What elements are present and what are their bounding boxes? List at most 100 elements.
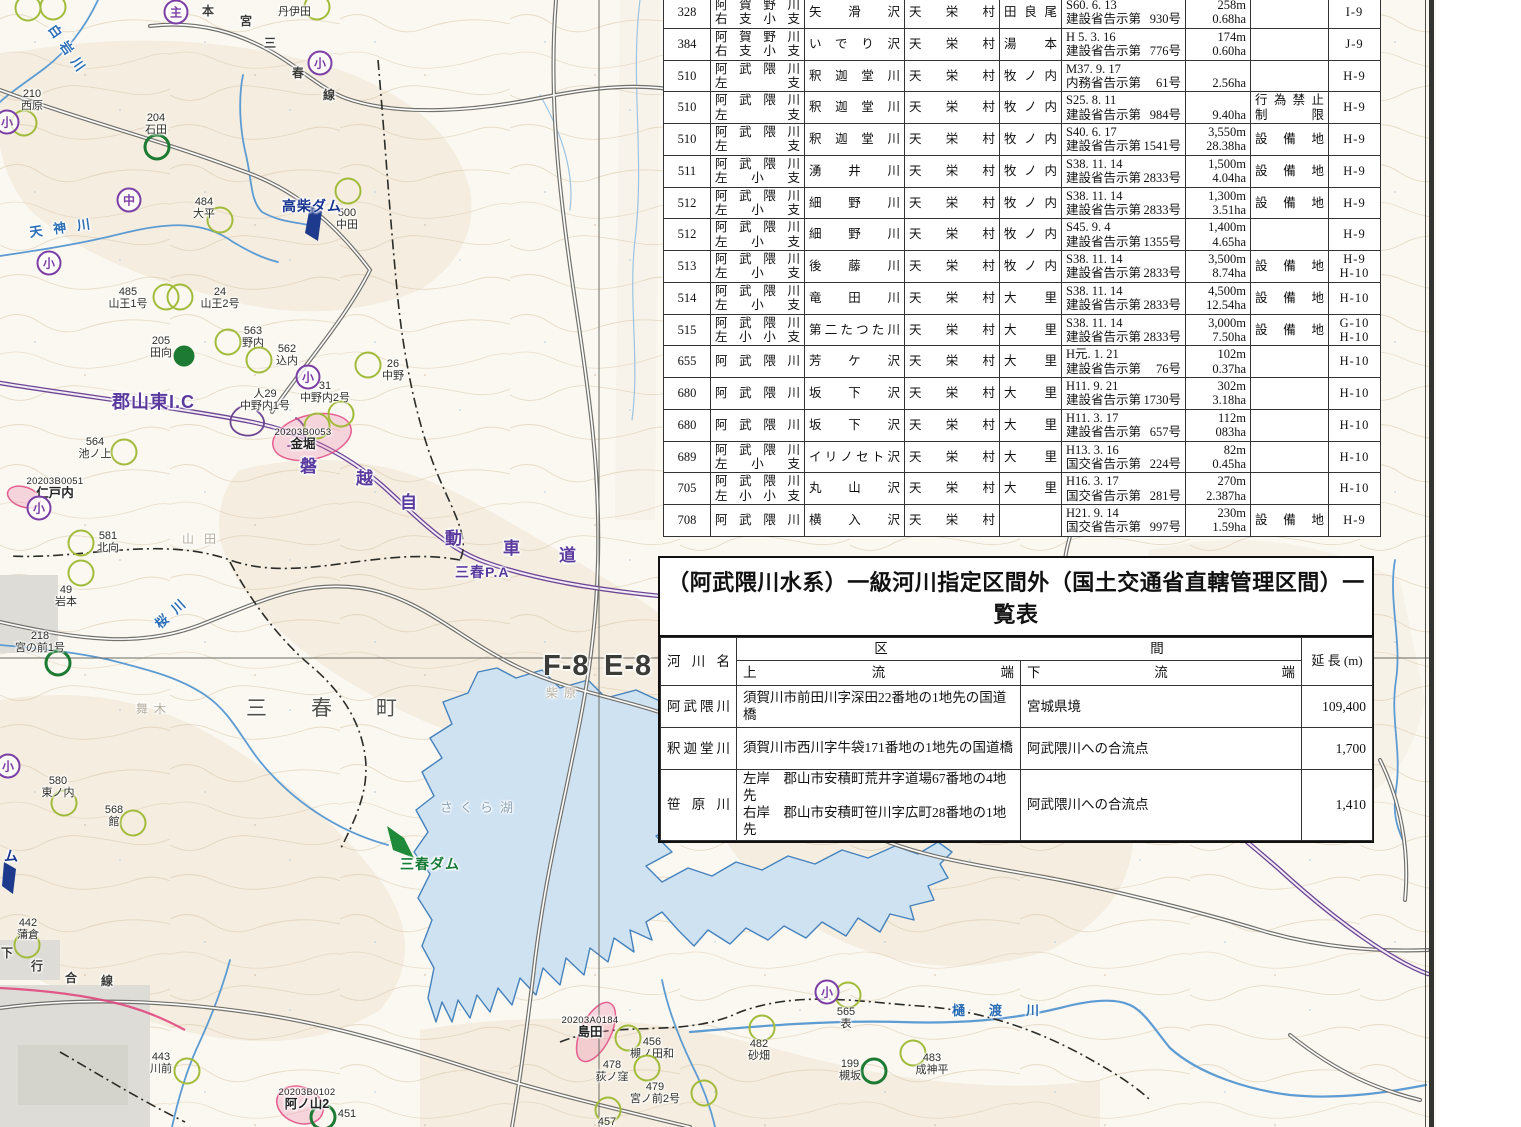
stream-no: 512 [664,187,711,219]
stream-no: 513 [664,251,711,283]
restriction-note: 設備地 [1251,282,1329,314]
stream-row: 510阿武隈川左支釈迦堂川天栄村牧ノ内M37. 9. 17内務省告示第61号 2… [664,60,1381,92]
stream-name: 細野川 [805,187,905,219]
road-char-label: 下 [1,944,13,961]
section-length: 109,400 [1302,686,1373,728]
village: 天栄村 [905,473,1000,505]
hwy-char-label: 動 [445,524,462,549]
grid-reference: H-9 [1329,505,1381,537]
designation-notice: H11. 9. 21建設省告示第1730号 [1062,378,1186,410]
dam-blue-label: ム [4,846,18,866]
locality: 大里 [1000,473,1062,505]
spot-label: 479宮ノ前2号 [630,1081,680,1106]
road-class-symbol: 小 [37,251,62,276]
locality: 牧ノ内 [1000,60,1062,92]
restriction-note: 設備地 [1251,505,1329,537]
spot-marker [246,347,273,374]
stream-row: 384阿賀野川右支小支いでり沢天栄村湯本H 5. 3. 16建設省告示第776号… [664,28,1381,60]
stream-no: 515 [664,314,711,346]
spot-label: 478荻ノ窪 [596,1059,629,1084]
locality: 大里 [1000,409,1062,441]
faint-label: 柴原 [546,684,582,701]
stream-row: 705阿武隈川左小小支丸山沢天栄村大里H16. 3. 17国交省告示第281号2… [664,473,1381,505]
upper-end: 須賀川市前田川字深田22番地の1地先の国道橋 [737,686,1021,728]
road-char-label: 行 [31,957,43,974]
length-area: 258m0.68ha [1186,0,1251,28]
restriction-note: 設備地 [1251,187,1329,219]
village: 天栄村 [905,346,1000,378]
spot-label: 568館 [105,804,123,829]
lake-label: さくら湖 [440,797,520,816]
village: 天栄村 [905,0,1000,28]
river-name: 笹原川 [661,770,737,841]
river-system: 阿武隈川 [711,346,805,378]
stream-row: 514阿武隈川左小支竜田川天栄村大里S38. 11. 14建設省告示第2833号… [664,282,1381,314]
village: 天栄村 [905,251,1000,283]
restriction-note: 設備地 [1251,251,1329,283]
stream-no: 328 [664,0,711,28]
spot-label: 26中野 [382,358,404,383]
stream-name: 芳ケ沢 [805,346,905,378]
road-class-symbol: 小 [27,496,52,521]
lower-end: 阿武隈川への合流点 [1021,770,1302,841]
river-system: 阿武隈川左小小支 [711,473,805,505]
length-area: 112m083ha [1186,409,1251,441]
spot-marker [215,329,242,356]
river-system: 阿武隈川 [711,505,805,537]
road-char-label: 宮 [240,12,252,29]
spot-marker [111,439,138,466]
designation-notice: H11. 3. 17建設省告示第657号 [1062,409,1186,441]
stream-name: 釈迦堂川 [805,92,905,124]
grid-reference: H-9 [1329,155,1381,187]
locality: 湯本 [1000,28,1062,60]
stream-no: 680 [664,409,711,441]
length-area: 82m0.45ha [1186,441,1251,473]
spot-label: 483成神平 [916,1052,949,1077]
designation-notice: S38. 11. 14建設省告示第2833号 [1062,155,1186,187]
designation-notice: S45. 9. 4建設省告示第1355号 [1062,219,1186,251]
section-row: 笹原川左岸 郡山市安積町荒井字道場67番地の4地先右岸 郡山市安積町笹川字広町2… [661,770,1373,841]
grid-reference: I-9 [1329,0,1381,28]
inner-neatline [1425,0,1426,1127]
spot-marker [68,530,95,557]
length-area: 270m2.387ha [1186,473,1251,505]
grid-reference: H-9 [1329,187,1381,219]
dam-green-label: 三春ダム [400,854,460,874]
length-area: 230m1.59ha [1186,505,1251,537]
restriction-note [1251,60,1329,92]
spot-label: 580東ノ内 [42,775,75,800]
grid-reference: H-9H-10 [1329,251,1381,283]
village: 天栄村 [905,155,1000,187]
road-char-label: 合 [65,969,77,986]
restriction-note: 行為禁止制限 [1251,92,1329,124]
locality [1000,505,1062,537]
stream-name: 丸山沢 [805,473,905,505]
locality: 牧ノ内 [1000,155,1062,187]
stream-row: 512阿武隈川左小支細野川天栄村牧ノ内S38. 11. 14建設省告示第2833… [664,187,1381,219]
stream-row: 513阿武隈川左小支後藤川天栄村牧ノ内S38. 11. 14建設省告示第2833… [664,251,1381,283]
village: 天栄村 [905,314,1000,346]
stream-row: 708阿武隈川横入沢天栄村H21. 9. 14国交省告示第997号230m1.5… [664,505,1381,537]
table-abukuma-sections: （阿武隈川水系）一級河川指定区間外（国土交通省直轄管理区間）一覧表 河川名 区 … [658,556,1374,843]
restriction-note [1251,409,1329,441]
section-length: 1,410 [1302,770,1373,841]
place-label: 丹伊田 [278,3,311,19]
stream-name: 湧井川 [805,155,905,187]
restriction-note [1251,441,1329,473]
river-system: 阿武隈川左小支 [711,251,805,283]
grid-reference: H-10 [1329,473,1381,505]
river-system: 阿武隈川左支 [711,60,805,92]
river-system: 阿賀野川右支小支 [711,0,805,28]
stream-row: 328阿賀野川右支小支矢滑沢天栄村田良尾S60. 6. 13建設省告示第930号… [664,0,1381,28]
table-title: （阿武隈川水系）一級河川指定区間外（国土交通省直轄管理区間）一覧表 [660,558,1372,637]
length-area: 102m0.37ha [1186,346,1251,378]
village: 天栄村 [905,124,1000,156]
stream-no: 514 [664,282,711,314]
length-area: 9.40ha [1186,92,1251,124]
stream-no: 689 [664,441,711,473]
restriction-note [1251,0,1329,28]
river-system: 阿武隈川左小支 [711,187,805,219]
spot-label: 24山王2号 [200,286,239,311]
spot-label: 485山王1号 [108,286,147,311]
header-length: 延 長 (m) [1302,638,1373,686]
